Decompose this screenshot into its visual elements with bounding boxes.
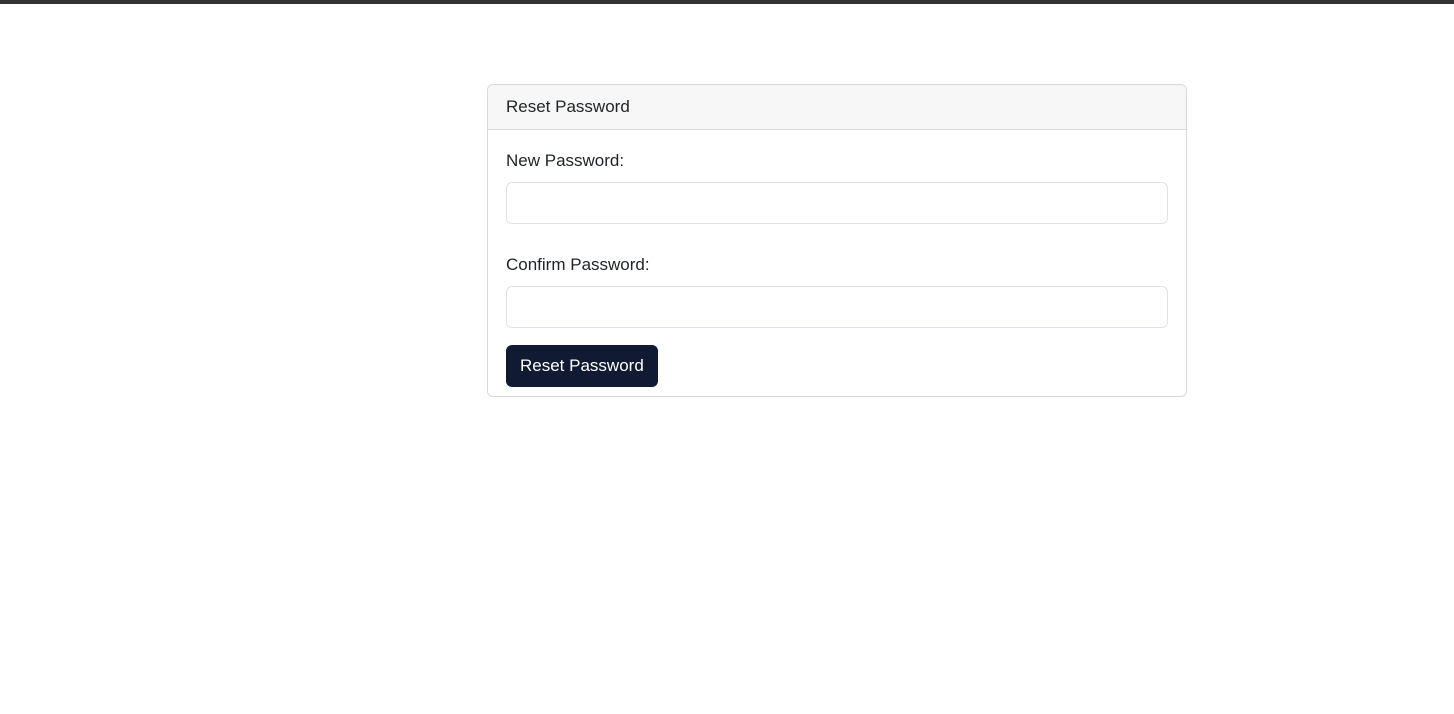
card-title: Reset Password bbox=[506, 97, 630, 116]
new-password-group: New Password: bbox=[506, 150, 1168, 224]
confirm-password-group: Confirm Password: bbox=[506, 254, 1168, 328]
confirm-password-input[interactable] bbox=[506, 286, 1168, 328]
reset-password-form: New Password: Confirm Password: Reset Pa… bbox=[488, 130, 1186, 396]
reset-password-button[interactable]: Reset Password bbox=[506, 345, 658, 387]
new-password-label: New Password: bbox=[506, 151, 625, 170]
reset-password-card: Reset Password New Password: Confirm Pas… bbox=[487, 84, 1187, 397]
confirm-password-label: Confirm Password: bbox=[506, 255, 650, 274]
new-password-input[interactable] bbox=[506, 182, 1168, 224]
card-header: Reset Password bbox=[488, 85, 1186, 130]
top-bar bbox=[0, 0, 1454, 4]
